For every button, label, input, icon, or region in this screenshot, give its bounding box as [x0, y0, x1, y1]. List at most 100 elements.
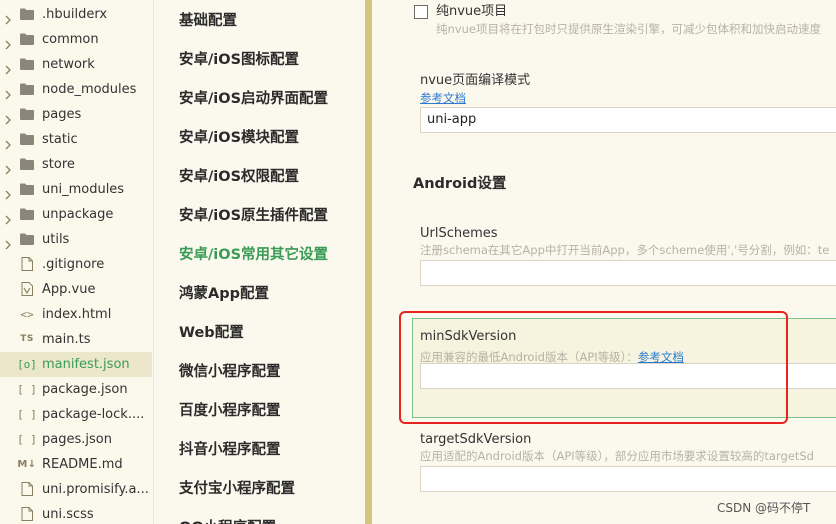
- manifest-settings-nav: 基础配置 安卓/iOS图标配置 安卓/iOS启动界面配置 安卓/iOS模块配置 安卓/i…: [153, 0, 365, 524]
- file-tree-item[interactable]: static: [0, 127, 152, 152]
- settings-nav-item[interactable]: 基础配置: [179, 11, 237, 31]
- file-tree-item-label: App.vue: [42, 282, 96, 297]
- settings-nav-item[interactable]: 安卓/iOS权限配置: [179, 167, 299, 187]
- file-tree-item-label: store: [42, 157, 75, 172]
- file-tree-item[interactable]: [o] manifest.json: [0, 352, 152, 377]
- file-tree-item[interactable]: uni.scss: [0, 502, 152, 524]
- url-schemes-hint: 注册schema在其它App中打开当前App，多个scheme使用','号分割，…: [420, 243, 830, 257]
- folder-icon: [20, 7, 34, 21]
- android-settings-title: Android设置: [413, 176, 507, 192]
- file-tree-item-label: uni.scss: [42, 507, 94, 522]
- settings-nav-item[interactable]: 微信小程序配置: [179, 362, 281, 382]
- file-tree-item-label: pages: [42, 107, 82, 122]
- chevron-right-icon[interactable]: [5, 235, 11, 250]
- file-tree-item[interactable]: pages: [0, 102, 152, 127]
- file-tree-item-label: main.ts: [42, 332, 91, 347]
- file-icon: [20, 482, 34, 496]
- settings-nav-item[interactable]: 安卓/iOS模块配置: [179, 128, 299, 148]
- chevron-right-icon[interactable]: [5, 35, 11, 50]
- url-schemes-input[interactable]: [420, 260, 836, 286]
- file-tree-item[interactable]: store: [0, 152, 152, 177]
- file-tree-item-label: static: [42, 132, 78, 147]
- file-tree-item[interactable]: TS main.ts: [0, 327, 152, 352]
- file-tree-item[interactable]: uni.promisify.a...: [0, 477, 152, 502]
- chevron-right-icon[interactable]: [5, 10, 11, 25]
- settings-nav-item[interactable]: 百度小程序配置: [179, 401, 281, 421]
- settings-nav-item[interactable]: 安卓/iOS图标配置: [179, 50, 299, 70]
- ts-file-icon: TS: [20, 332, 34, 346]
- csdn-watermark: CSDN @码不停T: [717, 501, 811, 515]
- file-tree-item-label: uni.promisify.a...: [42, 482, 149, 497]
- nvue-only-label: 纯nvue项目: [436, 4, 508, 19]
- json-file-icon: [ ]: [17, 407, 37, 421]
- min-sdk-label: minSdkVersion: [420, 329, 517, 344]
- min-sdk-input[interactable]: [420, 363, 836, 389]
- file-tree-item[interactable]: node_modules: [0, 77, 152, 102]
- settings-content: 纯nvue项目 纯nvue项目将在打包时只提供原生渲染引擎，可减少包体积和加快启…: [372, 0, 836, 524]
- min-sdk-doc-link[interactable]: 参考文档: [638, 350, 684, 364]
- settings-nav-item[interactable]: 支付宝小程序配置: [179, 479, 295, 499]
- html-file-icon: <>: [20, 307, 34, 321]
- target-sdk-hint: 应用适配的Android版本（API等级），部分应用市场要求设置较高的targe…: [420, 449, 814, 463]
- nvue-compile-label: nvue页面编译模式: [420, 73, 531, 88]
- settings-nav-item[interactable]: 安卓/iOS常用其它设置: [179, 245, 328, 265]
- chevron-right-icon[interactable]: [5, 110, 11, 125]
- file-tree-item[interactable]: [ ] pages.json: [0, 427, 152, 452]
- chevron-right-icon[interactable]: [5, 210, 11, 225]
- file-tree-item[interactable]: common: [0, 27, 152, 52]
- settings-nav-item[interactable]: 安卓/iOS启动界面配置: [179, 89, 328, 109]
- chevron-right-icon[interactable]: [5, 85, 11, 100]
- folder-icon: [20, 32, 34, 46]
- file-tree-item[interactable]: .hbuilderx: [0, 2, 152, 27]
- file-tree-item-label: package-lock....: [42, 407, 145, 422]
- file-tree-item-label: manifest.json: [42, 357, 130, 372]
- folder-icon: [20, 232, 34, 246]
- chevron-right-icon[interactable]: [5, 160, 11, 175]
- file-tree-item[interactable]: [ ] package.json: [0, 377, 152, 402]
- folder-icon: [20, 132, 34, 146]
- file-tree-item-label: .hbuilderx: [42, 7, 108, 22]
- file-tree-item[interactable]: unpackage: [0, 202, 152, 227]
- file-tree-item[interactable]: .gitignore: [0, 252, 152, 277]
- vue-file-icon: [20, 282, 34, 296]
- nvue-only-checkbox[interactable]: [414, 5, 428, 19]
- target-sdk-input[interactable]: [420, 466, 836, 492]
- file-tree-item-label: index.html: [42, 307, 112, 322]
- folder-icon: [20, 207, 34, 221]
- manifest-editor: .hbuilderx common network node_modulespages…: [0, 0, 836, 524]
- min-sdk-hint: 应用兼容的最低Android版本（API等级）：: [420, 350, 638, 364]
- folder-icon: [20, 82, 34, 96]
- settings-nav-item[interactable]: 抖音小程序配置: [179, 440, 281, 460]
- nvue-only-hint: 纯nvue项目将在打包时只提供原生渲染引擎，可减少包体积和加快启动速度: [436, 22, 821, 36]
- file-tree-item[interactable]: uni_modules: [0, 177, 152, 202]
- file-icon: [20, 257, 34, 271]
- file-tree-item-label: pages.json: [42, 432, 112, 447]
- file-tree-item[interactable]: [ ] package-lock....: [0, 402, 152, 427]
- nav-scrollbar[interactable]: [365, 0, 372, 524]
- settings-nav-item[interactable]: Web配置: [179, 323, 244, 343]
- chevron-right-icon[interactable]: [5, 135, 11, 150]
- nvue-compile-select[interactable]: uni-app: [420, 107, 836, 133]
- file-tree-item[interactable]: M↓ README.md: [0, 452, 152, 477]
- file-tree-item-label: common: [42, 32, 99, 47]
- file-tree-item[interactable]: network: [0, 52, 152, 77]
- file-tree-item[interactable]: <> index.html: [0, 302, 152, 327]
- settings-nav-item[interactable]: 安卓/iOS原生插件配置: [179, 206, 328, 226]
- settings-nav-item[interactable]: QQ小程序配置: [179, 518, 276, 524]
- file-tree-item-label: .gitignore: [42, 257, 105, 272]
- file-tree-item-label: utils: [42, 232, 70, 247]
- project-file-tree: .hbuilderx common network node_modulespages…: [0, 0, 152, 524]
- url-schemes-label: UrlSchemes: [420, 226, 498, 241]
- file-tree-item[interactable]: App.vue: [0, 277, 152, 302]
- settings-nav-item[interactable]: 鸿蒙App配置: [179, 284, 269, 304]
- chevron-right-icon[interactable]: [5, 60, 11, 75]
- folder-icon: [20, 107, 34, 121]
- folder-icon: [20, 157, 34, 171]
- file-tree-item-label: unpackage: [42, 207, 114, 222]
- folder-icon: [20, 182, 34, 196]
- nvue-compile-doc-link[interactable]: 参考文档: [420, 90, 466, 106]
- chevron-right-icon[interactable]: [5, 185, 11, 200]
- manifest-json-icon: [o]: [17, 357, 37, 371]
- file-tree-item[interactable]: utils: [0, 227, 152, 252]
- ts-badge: TS: [20, 334, 34, 344]
